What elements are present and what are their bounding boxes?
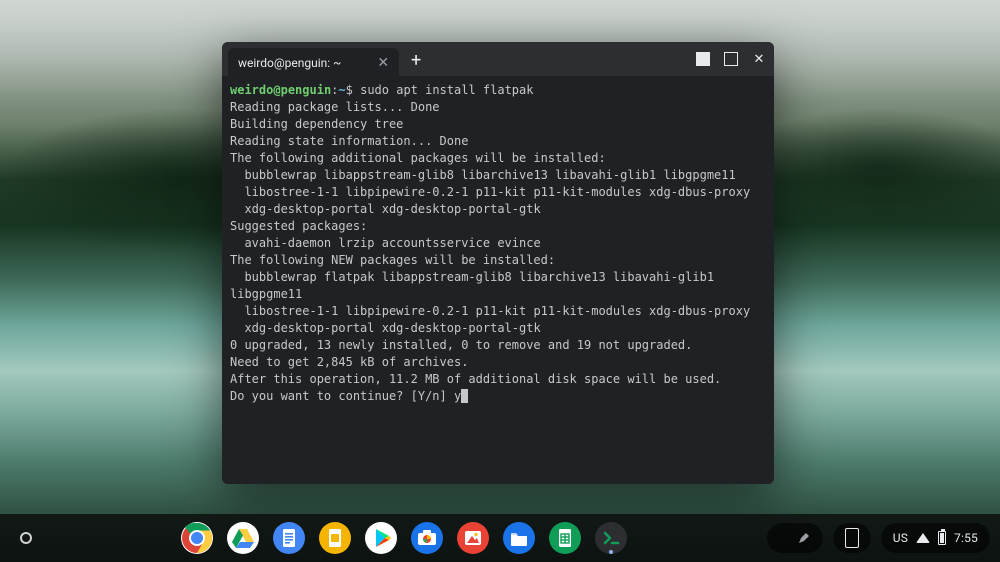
prompt-host: penguin <box>281 83 332 97</box>
shelf-apps <box>42 520 767 556</box>
files-app[interactable] <box>501 520 537 556</box>
term-line: 0 upgraded, 13 newly installed, 0 to rem… <box>230 337 766 354</box>
term-line: bubblewrap flatpak libappstream-glib8 li… <box>230 269 766 303</box>
term-line: Need to get 2,845 kB of archives. <box>230 354 766 371</box>
minimize-button[interactable] <box>696 52 710 66</box>
slides-icon <box>319 522 351 554</box>
stylus-icon <box>797 531 811 545</box>
phone-icon <box>845 528 859 548</box>
battery-icon <box>938 531 946 545</box>
sheets-app[interactable] <box>547 520 583 556</box>
prompt-command: sudo apt install flatpak <box>360 83 533 97</box>
new-tab-button[interactable]: + <box>411 52 421 70</box>
tab-title: weirdo@penguin: ~ <box>238 56 341 70</box>
terminal-tab[interactable]: weirdo@penguin: ~ ✕ <box>228 48 399 78</box>
drive-app[interactable] <box>225 520 261 556</box>
wifi-icon <box>916 533 930 543</box>
maximize-button[interactable] <box>724 52 738 66</box>
term-line: After this operation, 11.2 MB of additio… <box>230 371 766 388</box>
terminal-window: weirdo@penguin: ~ ✕ + ✕ weirdo@penguin:~… <box>222 42 774 484</box>
gallery-app[interactable] <box>455 520 491 556</box>
term-line: Reading package lists... Done <box>230 99 766 116</box>
prompt-at: @ <box>273 83 280 97</box>
launcher-button[interactable] <box>10 522 42 554</box>
tab-close-icon[interactable]: ✕ <box>377 56 389 70</box>
term-line: Suggested packages: <box>230 218 766 235</box>
term-line: libostree-1-1 libpipewire-0.2-1 p11-kit … <box>230 303 766 320</box>
sheets-icon <box>549 522 581 554</box>
term-line: Do you want to continue? [Y/n] y <box>230 389 461 403</box>
chrome-app[interactable] <box>179 520 215 556</box>
term-line: xdg-desktop-portal xdg-desktop-portal-gt… <box>230 201 766 218</box>
drive-icon <box>227 522 259 554</box>
cursor <box>461 389 468 403</box>
play-store-app[interactable] <box>363 520 399 556</box>
play-icon <box>365 522 397 554</box>
camera-app[interactable] <box>409 520 445 556</box>
terminal-app[interactable] <box>593 520 629 556</box>
slides-app[interactable] <box>317 520 353 556</box>
terminal-output[interactable]: weirdo@penguin:~$ sudo apt install flatp… <box>222 76 774 484</box>
term-line: xdg-desktop-portal xdg-desktop-portal-gt… <box>230 320 766 337</box>
term-line: libostree-1-1 libpipewire-0.2-1 p11-kit … <box>230 184 766 201</box>
ime-indicator: US <box>893 531 908 545</box>
prompt-dollar: $ <box>346 83 360 97</box>
files-icon <box>503 522 535 554</box>
term-line: avahi-daemon lrzip accountsservice evinc… <box>230 235 766 252</box>
shelf: US 7:55 <box>0 514 1000 562</box>
clock: 7:55 <box>954 531 978 545</box>
status-area[interactable]: US 7:55 <box>881 523 990 553</box>
gallery-icon <box>457 522 489 554</box>
docs-icon <box>273 522 305 554</box>
term-line: Reading state information... Done <box>230 133 766 150</box>
system-tray: US 7:55 <box>767 523 990 553</box>
phone-hub-button[interactable] <box>833 523 871 553</box>
term-line: Building dependency tree <box>230 116 766 133</box>
docs-app[interactable] <box>271 520 307 556</box>
term-line: The following NEW packages will be insta… <box>230 252 766 269</box>
close-button[interactable]: ✕ <box>752 52 766 66</box>
prompt-user: weirdo <box>230 83 273 97</box>
launcher-icon <box>20 532 32 544</box>
window-titlebar[interactable]: weirdo@penguin: ~ ✕ + ✕ <box>222 42 774 76</box>
prompt-path: ~ <box>338 83 345 97</box>
chrome-icon <box>181 522 213 554</box>
term-line: The following additional packages will b… <box>230 150 766 167</box>
notification-pill[interactable] <box>767 523 823 553</box>
term-line: bubblewrap libappstream-glib8 libarchive… <box>230 167 766 184</box>
camera-icon <box>411 522 443 554</box>
